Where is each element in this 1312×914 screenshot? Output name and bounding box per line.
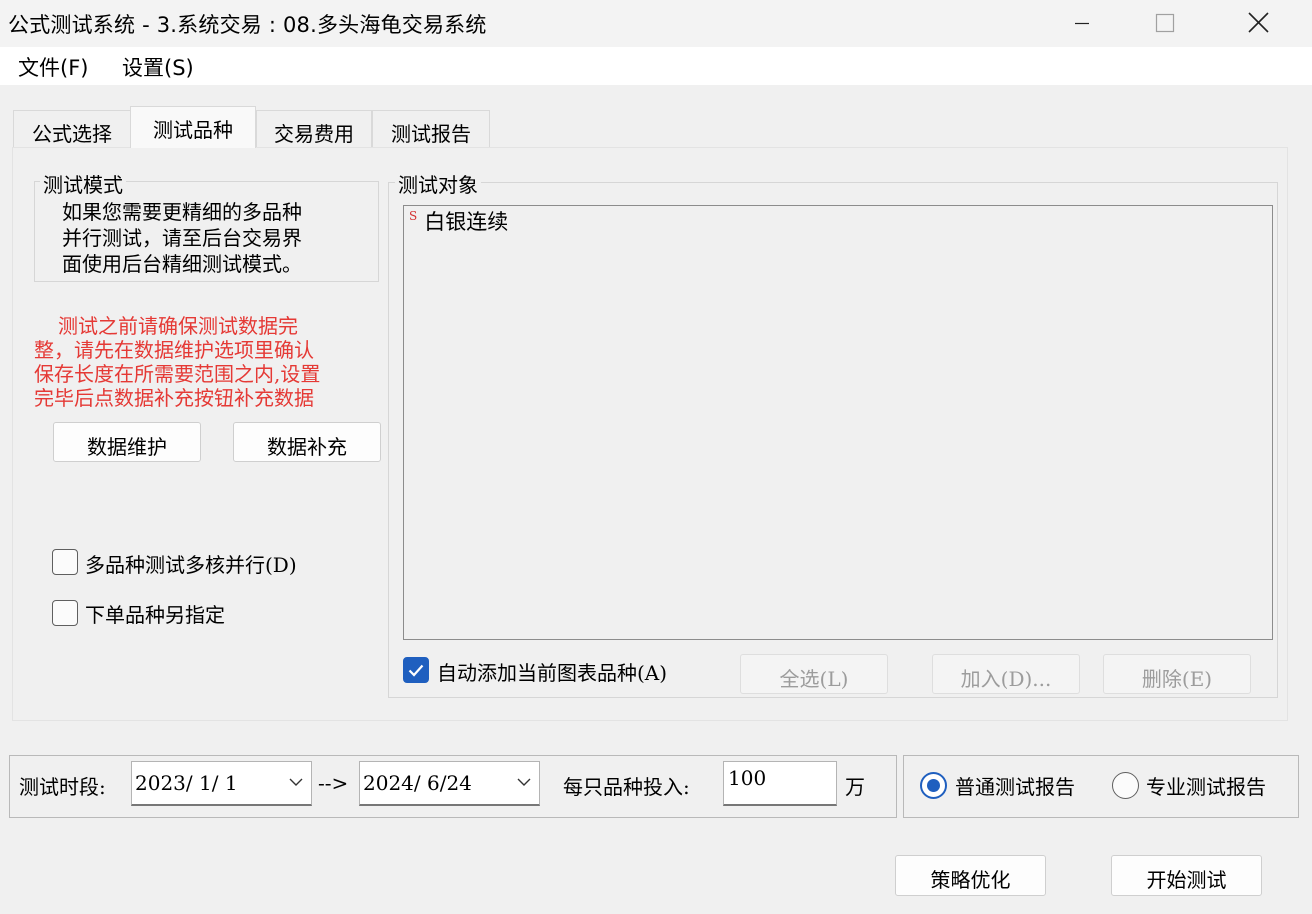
end-date-value: 2024/ 6/24 xyxy=(363,771,472,795)
menu-file[interactable]: 文件(F) xyxy=(18,52,88,82)
pro-report-radio[interactable] xyxy=(1112,772,1139,799)
title-bar: 公式测试系统 - 3.系统交易 : 08.多头海龟交易系统 xyxy=(0,0,1312,47)
select-all-button[interactable]: 全选(L) xyxy=(740,654,888,694)
maximize-icon xyxy=(1155,13,1175,33)
start-test-button[interactable]: 开始测试 xyxy=(1111,855,1262,896)
data-maintain-button[interactable]: 数据维护 xyxy=(53,422,201,462)
delete-button[interactable]: 删除(E) xyxy=(1103,654,1251,694)
normal-report-label[interactable]: 普通测试报告 xyxy=(955,771,1075,800)
maximize-button[interactable] xyxy=(1118,0,1211,47)
test-target-list[interactable]: S 白银连续 xyxy=(403,205,1273,640)
multicore-label[interactable]: 多品种测试多核并行(D) xyxy=(85,549,297,578)
data-supplement-button[interactable]: 数据补充 xyxy=(233,422,381,462)
multicore-checkbox[interactable] xyxy=(52,549,78,575)
date-range-arrow: --> xyxy=(318,771,349,795)
test-period-label: 测试时段: xyxy=(19,775,106,799)
end-date-picker[interactable]: 2024/ 6/24 xyxy=(359,761,540,806)
tab-test-report[interactable]: 测试报告 xyxy=(372,110,490,148)
auto-add-label[interactable]: 自动添加当前图表品种(A) xyxy=(437,657,667,686)
add-button[interactable]: 加入(D)... xyxy=(932,654,1080,694)
test-target-title: 测试对象 xyxy=(395,169,481,198)
menu-bar: 文件(F) 设置(S) xyxy=(0,47,1312,85)
warning-line: 完毕后点数据补充按钮补充数据 xyxy=(34,386,314,410)
symbol-name: 白银连续 xyxy=(424,210,509,234)
order-symbol-label[interactable]: 下单品种另指定 xyxy=(85,599,225,628)
investment-unit: 万 xyxy=(845,775,865,799)
close-button[interactable] xyxy=(1212,0,1305,47)
start-date-picker[interactable]: 2023/ 1/ 1 xyxy=(131,761,312,806)
symbol-mark: S xyxy=(409,209,418,223)
close-icon xyxy=(1248,12,1269,33)
strategy-optimize-button[interactable]: 策略优化 xyxy=(895,855,1046,896)
test-mode-title: 测试模式 xyxy=(40,169,126,198)
normal-report-radio[interactable] xyxy=(920,772,947,799)
warning-line: 保存长度在所需要范围之内,设置 xyxy=(34,362,321,386)
checkmark-icon xyxy=(408,664,424,677)
menu-settings[interactable]: 设置(S) xyxy=(122,52,194,82)
order-symbol-checkbox[interactable] xyxy=(52,600,78,626)
warning-line: 整，请先在数据维护选项里确认 xyxy=(34,338,314,362)
warning-line: 测试之前请确保测试数据完 xyxy=(58,314,298,338)
test-mode-line: 如果您需要更精细的多品种 xyxy=(62,200,302,224)
chevron-down-icon xyxy=(517,778,531,786)
test-mode-line: 面使用后台精细测试模式。 xyxy=(62,252,302,276)
tab-test-symbol[interactable]: 测试品种 xyxy=(130,106,256,148)
test-mode-description: 如果您需要更精细的多品种 并行测试，请至后台交易界 面使用后台精细测试模式。 xyxy=(62,199,362,277)
tab-formula-select[interactable]: 公式选择 xyxy=(13,110,131,148)
auto-add-checkbox[interactable] xyxy=(403,657,429,683)
test-mode-line: 并行测试，请至后台交易界 xyxy=(62,226,302,250)
list-item[interactable]: S 白银连续 xyxy=(409,206,508,236)
investment-label: 每只品种投入: xyxy=(563,775,690,799)
start-date-value: 2023/ 1/ 1 xyxy=(135,771,238,795)
investment-input[interactable]: 100 xyxy=(723,761,837,806)
window-title: 公式测试系统 - 3.系统交易 : 08.多头海龟交易系统 xyxy=(8,13,487,37)
tab-trading-fee[interactable]: 交易费用 xyxy=(256,110,372,148)
data-warning-text: 测试之前请确保测试数据完 整，请先在数据维护选项里确认 保存长度在所需要范围之内… xyxy=(34,314,386,410)
chevron-down-icon xyxy=(289,778,303,786)
pro-report-label[interactable]: 专业测试报告 xyxy=(1146,771,1266,800)
